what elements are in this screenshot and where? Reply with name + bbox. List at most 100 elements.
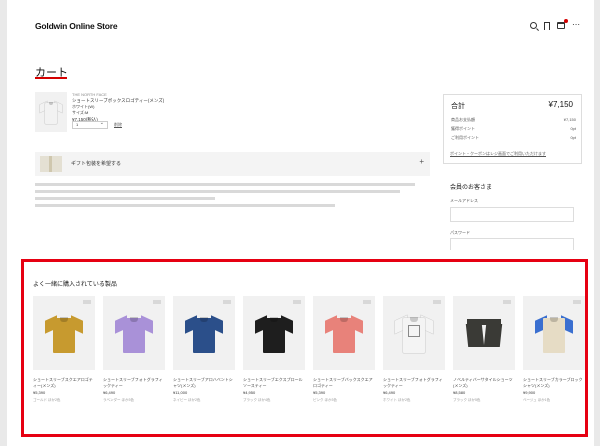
product-card[interactable]: ショートスリーブカラーブロックシャツ(メンズ) ¥9,900 ベージュ ほか1色 (523, 296, 585, 403)
tshirt-icon (45, 313, 83, 353)
delete-button[interactable]: 削除 (114, 122, 122, 128)
cart-notes (35, 183, 430, 211)
summary-total: ¥7,150 (548, 100, 573, 109)
product-name[interactable]: ノベルティバーサタイルショーツ(メンズ) (453, 377, 515, 388)
product-card[interactable]: ショートスリーブエクスプロールソースティー ¥4,950 ブラック ほか4色 (243, 296, 305, 403)
bookmark-icon[interactable] (544, 21, 550, 30)
product-name[interactable]: ショートスリーブアロハベントシャツ(メンズ) (173, 377, 235, 388)
product-price: ¥5,390 (33, 390, 46, 395)
product-image[interactable] (103, 296, 165, 370)
product-name[interactable]: ショートスリーブバックスクエアロゴティー (313, 377, 375, 388)
product-image[interactable] (173, 296, 235, 370)
expand-plus-icon[interactable]: + (419, 157, 424, 166)
product-colors: ホワイト ほか2色 (383, 398, 411, 402)
product-list: ショートスリーブスクエアロゴティー(メンズ) ¥5,390 ゴールド ほか2色 ショー… (33, 296, 585, 403)
tshirt-icon (185, 313, 223, 353)
summary-row-value: ¥7,150 (563, 117, 576, 122)
product-price: ¥8,580 (453, 390, 466, 395)
product-name[interactable]: ショートスリーブエクスプロールソースティー (243, 377, 305, 388)
product-name[interactable]: ショートスリーブフォトグラフィックティー (383, 377, 445, 388)
product-card[interactable]: ショートスリーブフォトグラフィックティー ¥6,490 ラベンダー ほか3色 (103, 296, 165, 403)
header-icons: ⋯ (530, 19, 581, 30)
brand-logo-icon (83, 300, 91, 304)
product-colors: ラベンダー ほか3色 (103, 398, 134, 402)
gift-wrap-label: ギフト包装を希望する (71, 161, 122, 167)
cart-item-thumbnail[interactable] (35, 92, 67, 132)
brand-logo-icon (153, 300, 161, 304)
product-colors: ピンク ほか3色 (313, 398, 337, 402)
title-underline (35, 77, 67, 79)
product-image[interactable] (383, 296, 445, 370)
cart-item-info: THE NORTH FACE ショートスリーブボックスロゴティー(メンズ) ホワ… (72, 92, 242, 123)
related-products-section: よく一緒に購入されている製品 ショートスリーブスクエアロゴティー(メンズ) ¥5,… (21, 259, 588, 437)
note-line (35, 190, 400, 193)
email-label: メールアドレス (450, 198, 478, 203)
product-card[interactable]: ショートスリーブアロハベントシャツ(メンズ) ¥11,000 ネイビー ほか2色 (173, 296, 235, 403)
quantity-select[interactable]: 1 (72, 120, 108, 129)
product-image[interactable] (243, 296, 305, 370)
related-products-title: よく一緒に購入されている製品 (33, 282, 117, 288)
tshirt-icon (395, 313, 433, 353)
product-card[interactable]: ショートスリーブバックスクエアロゴティー ¥5,390 ピンク ほか3色 (313, 296, 375, 403)
tshirt-icon (40, 100, 62, 124)
tshirt-icon (535, 313, 573, 353)
summary-row-label: ご利用ポイント (451, 135, 479, 140)
product-image[interactable] (523, 296, 585, 370)
summary-row-label: 商品お支払額 (451, 117, 475, 122)
brand-logo-icon (503, 300, 511, 304)
summary-row: 獲得ポイント 0pt (451, 126, 576, 132)
password-label: パスワード (450, 230, 470, 235)
product-colors: ネイビー ほか2色 (173, 398, 201, 402)
quantity-row: 1 削除 (72, 120, 122, 129)
summary-row-label: 獲得ポイント (451, 126, 475, 131)
brand-logo-icon (433, 300, 441, 304)
site-header: Goldwin Online Store ⋯ (35, 19, 585, 35)
gift-box-icon (40, 156, 62, 172)
product-card[interactable]: ショートスリーブスクエアロゴティー(メンズ) ¥5,390 ゴールド ほか2色 (33, 296, 95, 403)
brand-logo-icon (223, 300, 231, 304)
note-line (35, 197, 215, 200)
product-card[interactable]: ノベルティバーサタイルショーツ(メンズ) ¥8,580 ブラック ほか5色 (453, 296, 515, 403)
product-name[interactable]: ショートスリーブカラーブロックシャツ(メンズ) (523, 377, 585, 388)
summary-row: 商品お支払額 ¥7,150 (451, 117, 576, 123)
brand-logo-icon (363, 300, 371, 304)
shorts-icon (465, 319, 503, 347)
search-icon[interactable] (530, 22, 537, 29)
summary-row-value: 0pt (570, 135, 576, 140)
password-field[interactable] (450, 238, 574, 250)
product-price: ¥5,390 (313, 390, 326, 395)
summary-row-value: 0pt (570, 126, 576, 131)
product-card[interactable]: ショートスリーブフォトグラフィックティー ¥6,490 ホワイト ほか2色 (383, 296, 445, 403)
summary-title: 合計 (451, 103, 465, 110)
note-line (35, 204, 335, 207)
product-price: ¥4,950 (243, 390, 256, 395)
note-line (35, 183, 415, 186)
product-price: ¥9,900 (523, 390, 536, 395)
email-field[interactable] (450, 207, 574, 222)
product-name[interactable]: ショートスリーブスクエアロゴティー(メンズ) (33, 377, 95, 388)
gift-wrap-row[interactable]: ギフト包装を希望する + (35, 152, 430, 176)
summary-row: ご利用ポイント 0pt (451, 135, 576, 141)
cart-icon[interactable] (557, 19, 568, 29)
product-image[interactable] (453, 296, 515, 370)
brand-logo-icon (293, 300, 301, 304)
product-colors: ブラック ほか5色 (453, 398, 481, 402)
points-note-link[interactable]: ポイント・クーポンはレジ画面でご利用いただけます (450, 151, 546, 157)
tshirt-icon (325, 313, 363, 353)
page: Goldwin Online Store ⋯ カート THE NORTH FAC… (7, 0, 594, 446)
product-price: ¥6,490 (103, 390, 116, 395)
brand-logo-icon (573, 300, 581, 304)
product-colors: ベージュ ほか1色 (523, 398, 551, 402)
product-colors: ゴールド ほか2色 (33, 398, 61, 402)
member-login-title: 会員のお客さま (450, 185, 493, 191)
product-image[interactable] (33, 296, 95, 370)
more-icon[interactable]: ⋯ (572, 21, 581, 30)
product-price: ¥11,000 (173, 390, 188, 395)
tshirt-icon (255, 313, 293, 353)
product-name[interactable]: ショートスリーブフォトグラフィックティー (103, 377, 165, 388)
tshirt-icon (115, 313, 153, 353)
site-logo[interactable]: Goldwin Online Store (35, 21, 118, 31)
product-colors: ブラック ほか4色 (243, 398, 271, 402)
product-image[interactable] (313, 296, 375, 370)
product-price: ¥6,490 (383, 390, 396, 395)
